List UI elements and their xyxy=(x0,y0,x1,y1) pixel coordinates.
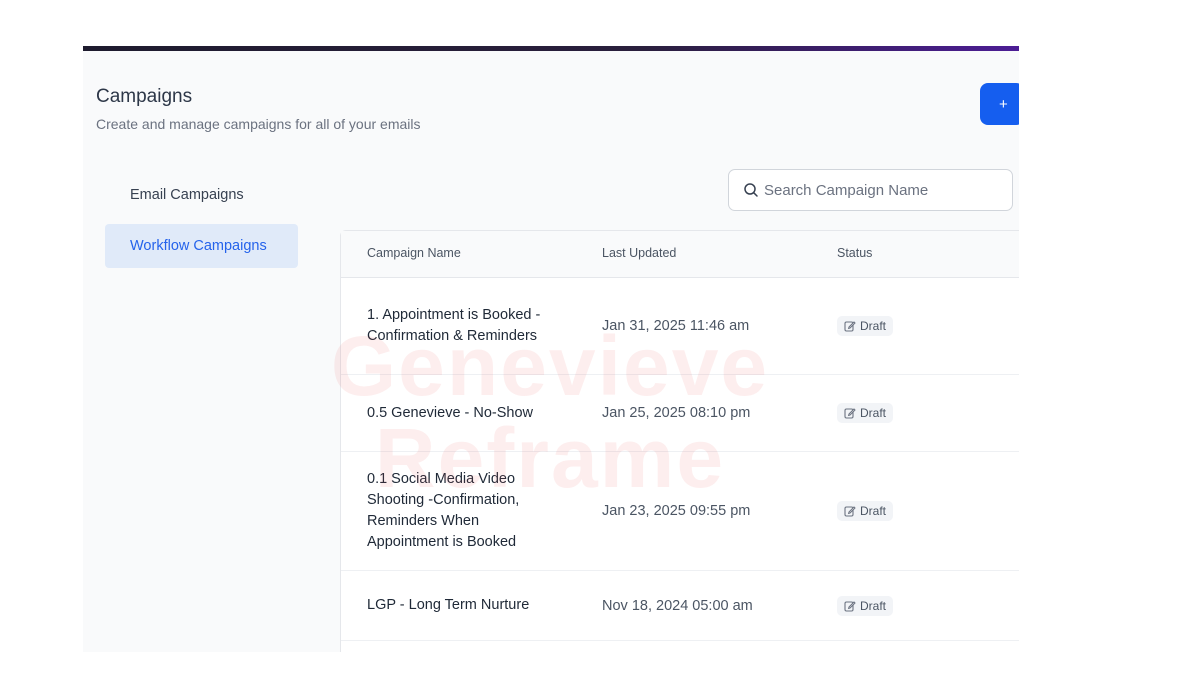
table-row[interactable]: 0.5 Genevieve - No-Show Jan 25, 2025 08:… xyxy=(341,375,1019,452)
status-badge: Draft xyxy=(837,403,894,423)
table-header: Campaign Name Last Updated Status xyxy=(341,231,1019,278)
table-row[interactable]: 1. Appointment is Booked - Confirmation … xyxy=(341,278,1019,375)
page-subtitle: Create and manage campaigns for all of y… xyxy=(96,116,421,132)
plus-icon: + xyxy=(999,95,1008,113)
status-badge: Draft xyxy=(837,501,894,521)
app-frame: Campaigns Create and manage campaigns fo… xyxy=(83,46,1019,652)
campaign-name[interactable]: LGP - Long Term Nurture xyxy=(367,571,562,640)
campaigns-table: Campaign Name Last Updated Status 1. App… xyxy=(340,230,1019,652)
status-label: Draft xyxy=(860,406,887,420)
status-label: Draft xyxy=(860,504,887,518)
search-input[interactable] xyxy=(764,181,1004,199)
status-cell: Draft xyxy=(837,278,894,374)
status-badge: Draft xyxy=(837,316,894,336)
search-icon xyxy=(744,183,758,197)
status-cell: Draft xyxy=(837,375,894,451)
page-title: Campaigns xyxy=(96,86,193,107)
last-updated: Jan 23, 2025 09:55 pm xyxy=(602,503,751,519)
edit-icon xyxy=(844,506,856,517)
edit-icon xyxy=(844,408,856,419)
edit-icon xyxy=(844,600,856,612)
status-label: Draft xyxy=(860,319,887,333)
last-updated: Jan 31, 2025 11:46 am xyxy=(602,318,750,334)
last-updated: Jan 25, 2025 08:10 pm xyxy=(602,405,751,421)
table-row[interactable]: LGP - Long Term Nurture Nov 18, 2024 05:… xyxy=(341,571,1019,641)
column-header-last-updated[interactable]: Last Updated xyxy=(602,246,676,260)
nav-item-label: Email Campaigns xyxy=(130,187,244,203)
campaign-name[interactable]: 1. Appointment is Booked - Confirmation … xyxy=(367,278,562,374)
table-row[interactable]: 0.1 Social Media Video Shooting -Confirm… xyxy=(341,452,1019,571)
campaign-name[interactable]: 0.5 Genevieve - No-Show xyxy=(367,375,562,451)
column-header-status[interactable]: Status xyxy=(837,246,872,260)
nav-item-email-campaigns[interactable]: Email Campaigns xyxy=(105,173,298,217)
edit-icon xyxy=(844,321,856,332)
campaign-name[interactable]: 0.1 Social Media Video Shooting -Confirm… xyxy=(367,452,562,570)
search-box[interactable] xyxy=(728,169,1013,211)
nav-item-label: Workflow Campaigns xyxy=(130,238,267,254)
status-cell: Draft xyxy=(837,452,894,570)
status-label: Draft xyxy=(860,598,887,613)
top-accent-bar xyxy=(83,46,1019,51)
status-cell: Draft xyxy=(837,571,894,640)
add-campaign-button[interactable]: + xyxy=(980,83,1019,125)
last-updated: Nov 18, 2024 05:00 am xyxy=(602,597,753,614)
nav-item-workflow-campaigns[interactable]: Workflow Campaigns xyxy=(105,224,298,268)
column-header-campaign-name[interactable]: Campaign Name xyxy=(367,246,461,260)
status-badge: Draft xyxy=(837,595,894,616)
